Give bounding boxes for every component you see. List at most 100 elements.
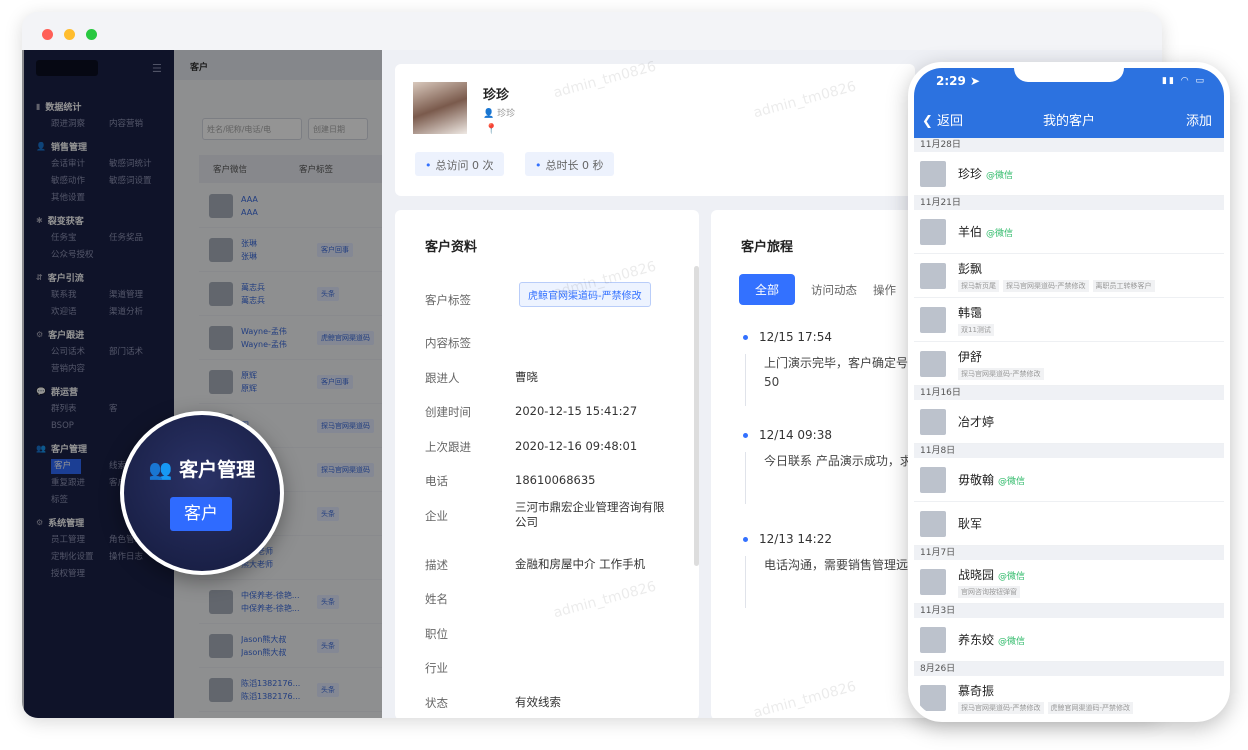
field-label: 职位	[425, 627, 448, 641]
contact-name: 毋敬翰	[958, 473, 995, 487]
contact-name: 养东姣	[958, 633, 995, 647]
contact-name: 战晓园	[958, 567, 995, 582]
wechat-badge: @微信	[998, 571, 1026, 582]
wechat-badge: @微信	[986, 171, 1014, 181]
avatar	[920, 160, 946, 187]
wechat-badge: @微信	[986, 229, 1014, 239]
field-label: 电话	[425, 474, 448, 488]
callout-customer-button[interactable]: 客户	[170, 497, 232, 531]
list-item[interactable]: 冶才婷	[914, 400, 1224, 444]
title-bar	[22, 12, 1162, 52]
customer-username: 👤 珍珍	[483, 109, 516, 119]
list-item[interactable]: 慕奇振探马官网渠道码-严禁修改 虎鲸官网渠道码-严禁修改	[914, 676, 1224, 716]
maximize-dot[interactable]	[86, 29, 97, 40]
avatar	[920, 510, 946, 537]
location-icon: 📍	[485, 124, 498, 135]
contact-tag: 探马官网渠道码-严禁修改	[1003, 279, 1089, 292]
field-label: 描述	[425, 558, 448, 572]
tab-visits[interactable]: 访问动态	[811, 282, 857, 298]
field-value: 三河市鼎宏企业管理咨询有限公司	[515, 500, 665, 529]
user-icon: 👤	[483, 109, 498, 119]
avatar	[920, 350, 946, 377]
field-label: 姓名	[425, 592, 448, 606]
close-dot[interactable]	[42, 29, 53, 40]
callout-title: 👥 客户管理	[148, 459, 256, 481]
list-item[interactable]: 毋敬翰 @微信	[914, 458, 1224, 502]
list-item[interactable]: 羊伯 @微信	[914, 210, 1224, 254]
contact-name: 耿军	[958, 517, 983, 531]
avatar	[920, 466, 946, 493]
field-label: 创建时间	[425, 405, 471, 419]
contact-tag: 探马新页尾	[958, 279, 999, 292]
mobile-phone: 2:29 ➤ ▮▮ ◠ ▭ ❮ 返回 我的客户 添加 11月28日 珍珍 @微信 11…	[908, 62, 1230, 722]
phone-notch	[1014, 68, 1124, 82]
duration-stat: • 总时长 0 秒	[525, 152, 614, 176]
wechat-badge: @微信	[998, 477, 1026, 487]
contact-name: 伊舒	[958, 349, 983, 364]
date-header: 11月3日	[914, 604, 1224, 618]
field-value: 曹晓	[515, 370, 538, 384]
scrollbar[interactable]	[694, 266, 699, 566]
contact-tag: 官网咨询按钮弹窗	[958, 585, 1020, 598]
list-item[interactable]: 伊舒探马官网渠道码-严禁修改	[914, 342, 1224, 386]
phone-header: 2:29 ➤ ▮▮ ◠ ▭ ❮ 返回 我的客户 添加	[914, 68, 1224, 138]
contact-name: 冶才婷	[958, 415, 995, 429]
section-title: 客户资料	[425, 240, 478, 255]
section-title: 客户旅程	[741, 240, 794, 255]
customer-info-card: 客户资料 虎鲸官网渠道码-严禁修改 客户标签 内容标签 跟进人 曹晓 创建时间 2020-…	[395, 210, 699, 718]
list-item[interactable]: 养东姣 @微信	[914, 618, 1224, 662]
avatar	[920, 408, 946, 435]
wechat-badge: @微信	[998, 637, 1026, 647]
field-label: 行业	[425, 661, 448, 675]
avatar	[920, 262, 946, 289]
date-header: 11月16日	[914, 386, 1224, 400]
date-header: 11月28日	[914, 138, 1224, 152]
field-value: 18610068635	[515, 473, 596, 487]
customer-photo	[413, 82, 467, 134]
field-label: 内容标签	[425, 336, 471, 350]
customer-name: 珍珍	[483, 88, 510, 103]
field-label: 跟进人	[425, 371, 460, 385]
date-header: 11月21日	[914, 196, 1224, 210]
contact-name: 珍珍	[958, 167, 983, 181]
avatar	[920, 568, 946, 595]
avatar	[920, 626, 946, 653]
list-item[interactable]: 珍珍 @微信	[914, 152, 1224, 196]
contact-tag: 虎鲸官网渠道码-严禁修改	[1047, 701, 1134, 714]
list-item[interactable]: 耿军	[914, 502, 1224, 546]
field-value: 2020-12-15 15:41:27	[515, 404, 638, 418]
status-icons: ▮▮ ◠ ▭	[1162, 76, 1206, 86]
contact-name: 彭飘	[958, 261, 983, 276]
add-button[interactable]: 添加	[1186, 110, 1212, 129]
zoom-callout: 👥 客户管理 客户	[120, 411, 284, 575]
phone-customer-list: 11月28日 珍珍 @微信 11月21日 羊伯 @微信 彭飘 探马新页尾 探马官网渠道码-严禁修…	[914, 138, 1224, 716]
avatar	[920, 306, 946, 333]
list-item[interactable]: 战晓园 @微信官网咨询按钮弹窗	[914, 560, 1224, 604]
minimize-dot[interactable]	[64, 29, 75, 40]
field-label: 状态	[425, 696, 448, 710]
contact-tag: 探马官网渠道码-严禁修改	[958, 701, 1044, 714]
tab-all[interactable]: 全部	[739, 274, 796, 305]
contact-tag: 离职员工转移客户	[1092, 279, 1155, 292]
avatar	[920, 218, 946, 245]
field-label: 客户标签	[425, 293, 471, 307]
avatar	[920, 684, 946, 711]
list-item[interactable]: 韩霭双11测试	[914, 298, 1224, 342]
contact-tag: 双11测试	[958, 323, 994, 336]
date-header: 11月8日	[914, 444, 1224, 458]
tab-operations[interactable]: 操作	[873, 282, 896, 298]
phone-title: 我的客户	[1042, 114, 1095, 129]
status-time: 2:29 ➤	[936, 74, 981, 88]
field-value: 有效线索	[515, 695, 561, 709]
journey-tabs: 全部 访问动态 操作	[739, 274, 896, 305]
field-value: 2020-12-16 09:48:01	[515, 439, 638, 453]
contact-tag: 探马官网渠道码-严禁修改	[958, 367, 1044, 380]
contact-name: 羊伯	[958, 225, 983, 239]
list-item[interactable]: 彭飘探马新页尾 探马官网渠道码-严禁修改 离职员工转移客户	[914, 254, 1224, 298]
date-header: 11月7日	[914, 546, 1224, 560]
date-header: 8月26日	[914, 662, 1224, 676]
field-label: 上次跟进	[425, 440, 471, 454]
visits-stat: • 总访问 0 次	[415, 152, 504, 176]
contact-name: 韩霭	[958, 305, 983, 320]
contact-name: 慕奇振	[958, 683, 995, 698]
